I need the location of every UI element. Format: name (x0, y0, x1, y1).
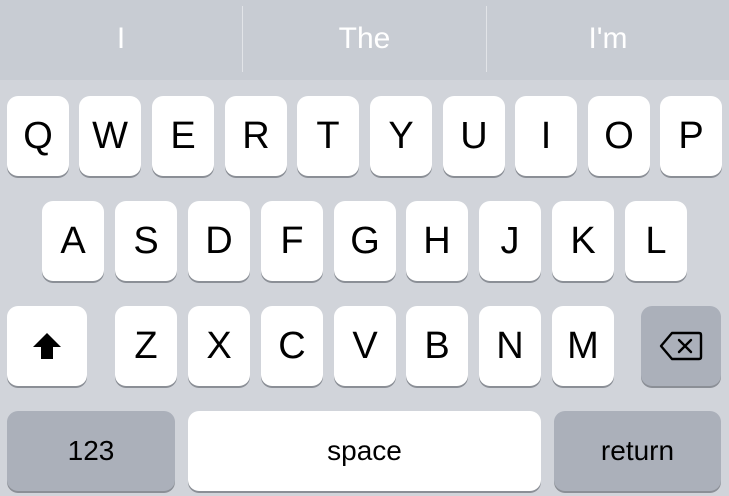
key-r[interactable]: R (225, 96, 287, 176)
key-f[interactable]: F (261, 201, 323, 281)
key-b[interactable]: B (406, 306, 468, 386)
suggestion-bar: I The I'm (0, 0, 729, 80)
key-x[interactable]: X (188, 306, 250, 386)
suggestion-1[interactable]: I (0, 0, 242, 78)
key-g[interactable]: G (334, 201, 396, 281)
delete-backspace-icon (659, 331, 703, 361)
key-y[interactable]: Y (370, 96, 432, 176)
numbers-key[interactable]: 123 (7, 411, 175, 491)
key-v[interactable]: V (334, 306, 396, 386)
suggestion-3[interactable]: I'm (487, 0, 729, 78)
key-e[interactable]: E (152, 96, 214, 176)
key-u[interactable]: U (443, 96, 505, 176)
key-k[interactable]: K (552, 201, 614, 281)
space-key[interactable]: space (188, 411, 541, 491)
key-h[interactable]: H (406, 201, 468, 281)
key-j[interactable]: J (479, 201, 541, 281)
shift-key[interactable] (7, 306, 87, 386)
key-a[interactable]: A (42, 201, 104, 281)
key-d[interactable]: D (188, 201, 250, 281)
key-p[interactable]: P (660, 96, 722, 176)
key-i[interactable]: I (515, 96, 577, 176)
return-key[interactable]: return (554, 411, 721, 491)
shift-arrow-icon (32, 332, 62, 360)
key-m[interactable]: M (552, 306, 614, 386)
key-t[interactable]: T (297, 96, 359, 176)
suggestion-2[interactable]: The (243, 0, 486, 78)
key-w[interactable]: W (79, 96, 141, 176)
key-c[interactable]: C (261, 306, 323, 386)
key-o[interactable]: O (588, 96, 650, 176)
delete-key[interactable] (641, 306, 721, 386)
key-q[interactable]: Q (7, 96, 69, 176)
key-s[interactable]: S (115, 201, 177, 281)
key-n[interactable]: N (479, 306, 541, 386)
key-l[interactable]: L (625, 201, 687, 281)
key-z[interactable]: Z (115, 306, 177, 386)
